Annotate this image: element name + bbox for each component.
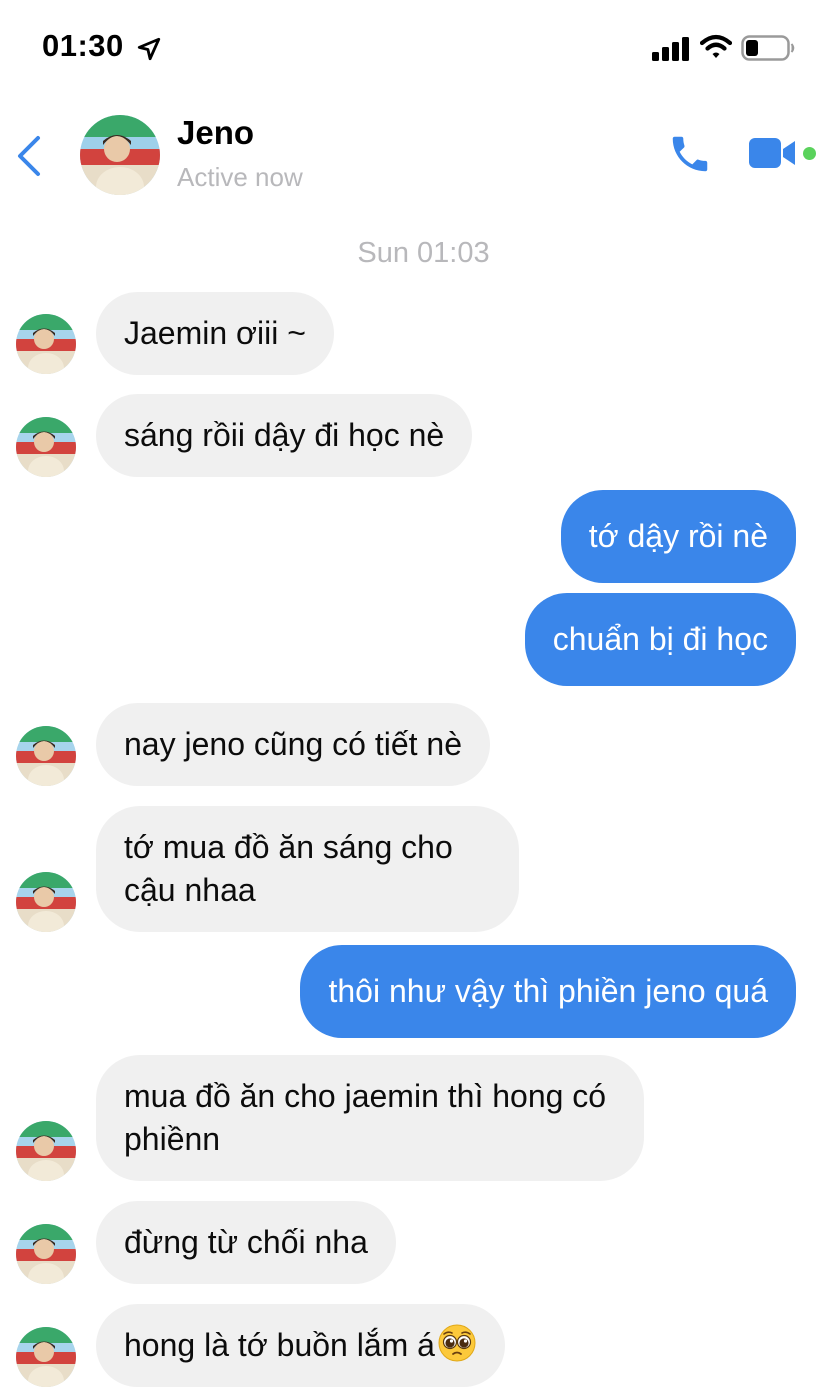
sender-avatar[interactable]: [16, 1327, 76, 1387]
message-text: sáng rồii dậy đi học nè: [124, 417, 445, 453]
phone-call-icon[interactable]: [667, 131, 713, 177]
message-text: tớ dậy rồi nè: [588, 518, 768, 554]
message-text: chuẩn bị đi học: [552, 621, 768, 657]
sender-avatar[interactable]: [16, 314, 76, 374]
status-time: 01:30: [42, 28, 124, 63]
message-text: đừng từ chối nha: [124, 1224, 368, 1260]
incoming-message[interactable]: hong là tớ buồn lắm á: [96, 1304, 505, 1387]
sender-avatar[interactable]: [16, 726, 76, 786]
location-arrow-icon: [137, 37, 161, 61]
message-text: nay jeno cũng có tiết nè: [124, 726, 463, 762]
pleading-face-emoji-icon: [438, 1324, 476, 1361]
presence-status: Active now: [177, 162, 303, 192]
sender-avatar[interactable]: [16, 872, 76, 932]
message-text: Jaemin ơiii ~: [124, 315, 306, 351]
battery-icon: [741, 35, 795, 61]
incoming-message[interactable]: mua đồ ăn cho jaemin thì hong có phiềnn: [96, 1055, 644, 1181]
incoming-message[interactable]: nay jeno cũng có tiết nè: [96, 703, 491, 786]
wifi-icon: [700, 34, 732, 58]
video-call-icon[interactable]: [747, 134, 801, 172]
message-text: tớ mua đồ ăn sáng cho cậu nhaa: [124, 829, 453, 908]
back-chevron-icon[interactable]: [14, 134, 46, 178]
contact-avatar[interactable]: [80, 115, 160, 195]
incoming-message[interactable]: sáng rồii dậy đi học nè: [96, 394, 473, 477]
incoming-message[interactable]: đừng từ chối nha: [96, 1201, 396, 1284]
sender-avatar[interactable]: [16, 1121, 76, 1181]
outgoing-message[interactable]: chuẩn bị đi học: [524, 593, 796, 686]
online-indicator: [803, 147, 816, 160]
message-text: mua đồ ăn cho jaemin thì hong có phiềnn: [124, 1078, 607, 1157]
day-separator: Sun 01:03: [357, 237, 490, 269]
outgoing-message[interactable]: tớ dậy rồi nè: [560, 490, 796, 583]
message-text: hong là tớ buồn lắm á: [124, 1327, 435, 1363]
sender-avatar[interactable]: [16, 417, 76, 477]
contact-name: Jeno: [177, 114, 255, 151]
cellular-signal-icon: [652, 37, 689, 61]
incoming-message[interactable]: Jaemin ơiii ~: [96, 292, 334, 375]
incoming-message[interactable]: tớ mua đồ ăn sáng cho cậu nhaa: [96, 806, 519, 932]
message-text: thôi như vậy thì phiền jeno quá: [328, 973, 768, 1009]
sender-avatar[interactable]: [16, 1224, 76, 1284]
outgoing-message[interactable]: thôi như vậy thì phiền jeno quá: [300, 945, 796, 1038]
